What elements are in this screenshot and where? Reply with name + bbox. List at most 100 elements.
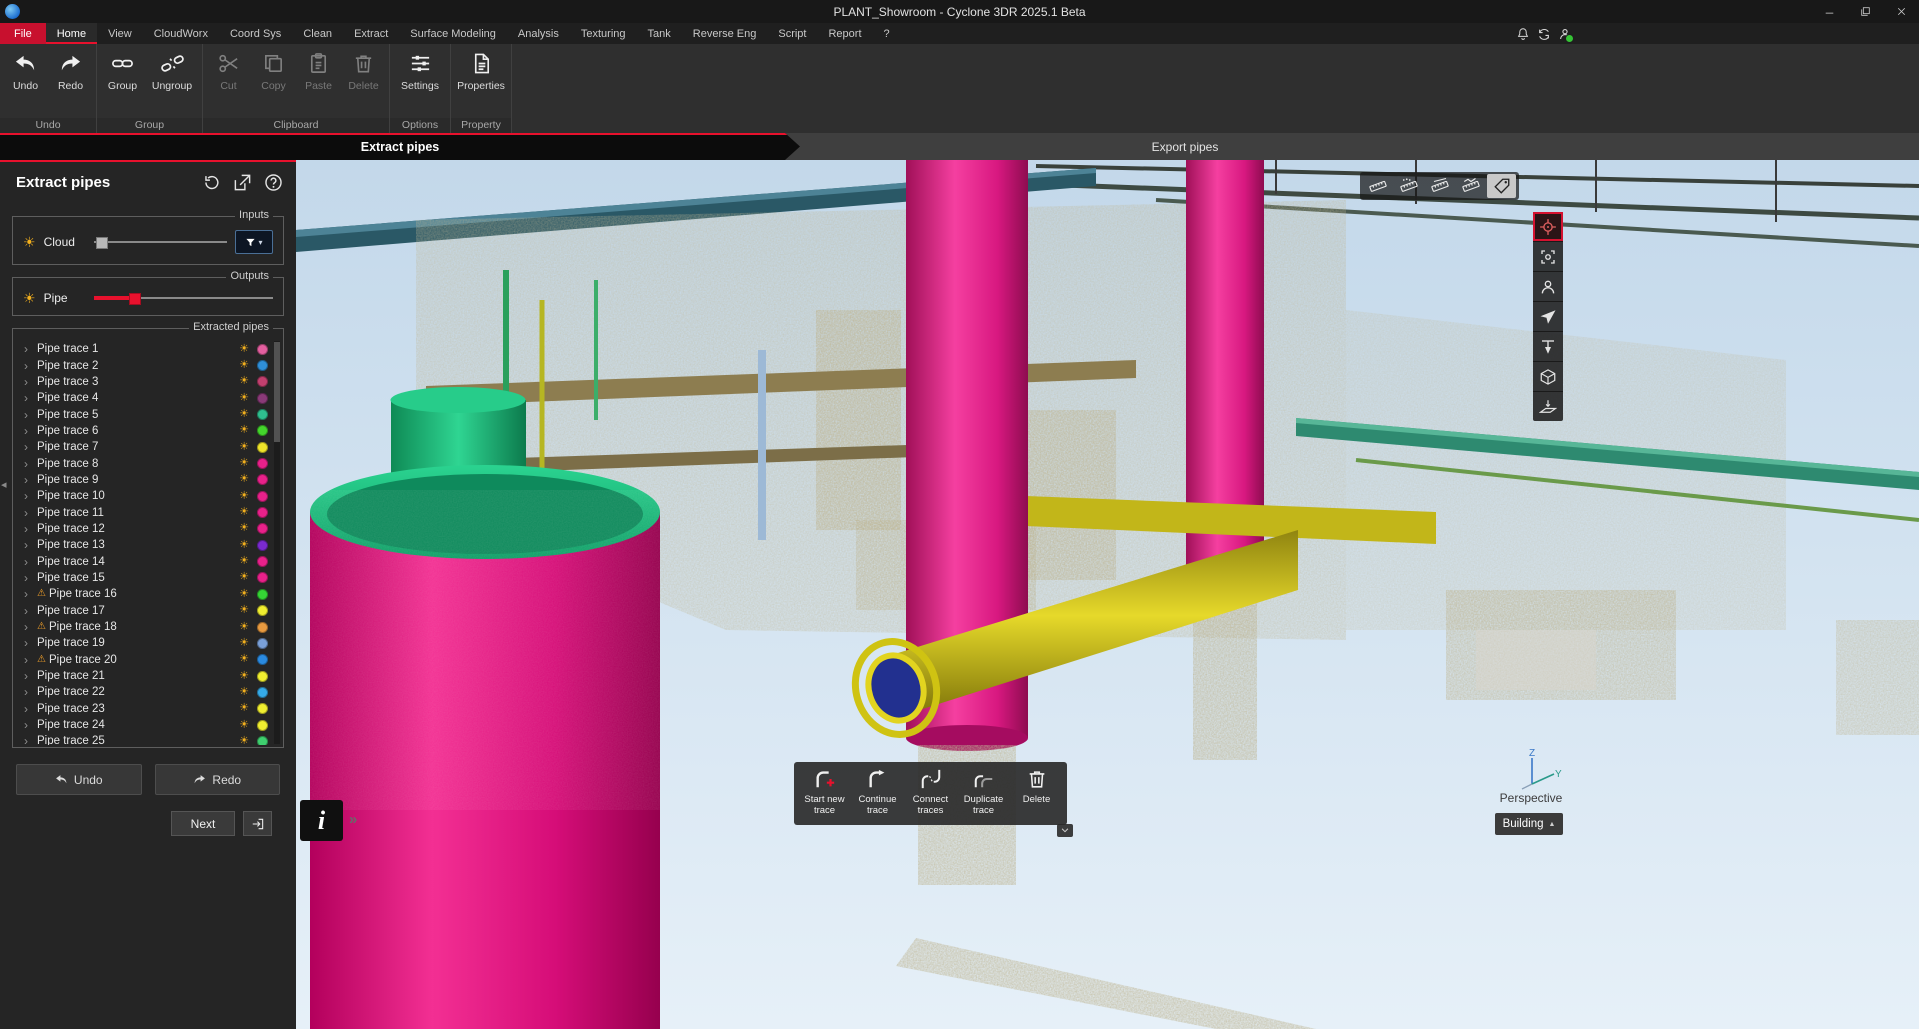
panel-collapse-arrow-icon[interactable]: ◂ [1,478,7,491]
cloud-filter-button[interactable]: ▾ [235,230,273,254]
delete-trace-button[interactable]: Delete [1010,768,1063,817]
zoom-fit-icon[interactable] [1533,242,1563,272]
expand-chevron-icon[interactable]: › [24,654,37,666]
visibility-sun-icon[interactable]: ☀ [239,622,249,633]
pipe-color-swatch[interactable] [257,344,268,355]
panel-redo-button[interactable]: Redo [155,764,281,795]
visibility-sun-icon[interactable]: ☀ [239,474,249,485]
expand-chevron-icon[interactable]: › [24,621,37,633]
menu-report[interactable]: Report [817,23,872,44]
visibility-sun-icon[interactable]: ☀ [239,360,249,371]
menu-clean[interactable]: Clean [292,23,343,44]
rotation-center-icon[interactable] [1533,212,1563,242]
redo-button[interactable]: Redo [48,44,93,92]
visibility-sun-icon[interactable]: ☀ [239,540,249,551]
panel-undo-button[interactable]: Undo [16,764,142,795]
visibility-sun-icon[interactable]: ☀ [239,507,249,518]
start-new-trace-button[interactable]: Start new trace [798,768,851,817]
visibility-sun-icon[interactable]: ☀ [239,376,249,387]
pipe-trace-row[interactable]: › ⚠ Pipe trace 16 ☀ [15,586,281,602]
pipe-trace-row[interactable]: › ⚠ Pipe trace 3 ☀ [15,374,281,390]
notifications-bell-icon[interactable] [1516,27,1530,41]
close-button[interactable] [1883,0,1919,23]
measure-plane-icon[interactable] [1425,174,1454,198]
expand-chevron-icon[interactable]: › [24,670,37,682]
ungroup-button[interactable]: Ungroup [145,44,199,92]
sync-icon[interactable] [1537,27,1551,41]
visibility-sun-icon[interactable]: ☀ [239,556,249,567]
menu-texturing[interactable]: Texturing [570,23,637,44]
measure-polyline-icon[interactable] [1456,174,1485,198]
pipe-trace-row[interactable]: › ⚠ Pipe trace 19 ☀ [15,635,281,651]
expand-chevron-icon[interactable]: › [24,474,37,486]
expand-chevron-icon[interactable]: › [24,572,37,584]
pipe-trace-row[interactable]: › ⚠ Pipe trace 1 ☀ [15,341,281,357]
pipe-trace-row[interactable]: › ⚠ Pipe trace 4 ☀ [15,390,281,406]
measure-distance-icon[interactable] [1363,174,1392,198]
paste-button[interactable]: Paste [296,44,341,92]
pipe-color-swatch[interactable] [257,605,268,616]
expand-chevron-icon[interactable]: › [24,556,37,568]
visibility-sun-icon[interactable]: ☀ [239,409,249,420]
pipe-trace-row[interactable]: › ⚠ Pipe trace 13 ☀ [15,537,281,553]
connect-traces-button[interactable]: Connect traces [904,768,957,817]
expand-chevron-icon[interactable]: › [24,539,37,551]
next-button[interactable]: Next [171,811,235,836]
visibility-sun-icon[interactable]: ☀ [239,605,249,616]
expand-chevron-icon[interactable]: › [24,392,37,404]
pipe-color-swatch[interactable] [257,474,268,485]
pipe-color-swatch[interactable] [257,458,268,469]
duplicate-trace-button[interactable]: Duplicate trace [957,768,1010,817]
pipe-color-swatch[interactable] [257,425,268,436]
pipe-color-swatch[interactable] [257,654,268,665]
slider-knob[interactable] [129,293,141,305]
fly-mode-icon[interactable] [1533,302,1563,332]
visibility-sun-icon[interactable]: ☀ [239,523,249,534]
help-icon[interactable] [262,171,284,193]
pipe-color-swatch[interactable] [257,589,268,600]
pipe-trace-row[interactable]: › ⚠ Pipe trace 8 ☀ [15,455,281,471]
expand-chevron-icon[interactable]: › [24,686,37,698]
point-cloud-scene[interactable] [296,160,1919,1029]
visibility-sun-icon[interactable]: ☀ [239,720,249,731]
pipe-color-swatch[interactable] [257,556,268,567]
expand-chevron-icon[interactable]: › [24,376,37,388]
menu-home[interactable]: Home [46,23,97,44]
plumb-icon[interactable] [1533,332,1563,362]
menu-view[interactable]: View [97,23,143,44]
visibility-sun-icon[interactable]: ☀ [239,703,249,714]
continue-trace-button[interactable]: Continue trace [851,768,904,817]
3d-viewport[interactable]: Start new trace Continue trace Connect t… [296,160,1919,1029]
cloud-opacity-slider[interactable] [94,236,227,248]
expand-chevron-icon[interactable]: › [24,343,37,355]
expand-chevron-icon[interactable]: › [24,719,37,731]
pipe-trace-row[interactable]: › ⚠ Pipe trace 18 ☀ [15,619,281,635]
visibility-sun-icon[interactable]: ☀ [239,491,249,502]
scrollbar-thumb[interactable] [274,342,280,442]
visibility-sun-icon[interactable]: ☀ [239,654,249,665]
pipe-color-swatch[interactable] [257,393,268,404]
menu-analysis[interactable]: Analysis [507,23,570,44]
visibility-sun-icon[interactable]: ☀ [239,638,249,649]
visibility-sun-icon[interactable]: ☀ [23,291,36,305]
building-view-button[interactable]: Building ▲ [1495,813,1563,835]
menu-tank[interactable]: Tank [637,23,682,44]
pipe-trace-row[interactable]: › ⚠ Pipe trace 23 ☀ [15,701,281,717]
pipe-color-swatch[interactable] [257,376,268,387]
copy-button[interactable]: Copy [251,44,296,92]
properties-button[interactable]: Properties [454,44,508,92]
expand-chevron-icon[interactable]: › [24,735,37,745]
pipe-color-swatch[interactable] [257,703,268,714]
visibility-sun-icon[interactable]: ☀ [23,235,36,249]
settings-button[interactable]: Settings [393,44,447,92]
pipe-color-swatch[interactable] [257,507,268,518]
view-cube-icon[interactable] [1533,362,1563,392]
pipe-color-swatch[interactable] [257,720,268,731]
menu-extract[interactable]: Extract [343,23,399,44]
pipe-color-swatch[interactable] [257,409,268,420]
export-box-icon[interactable] [231,171,253,193]
visibility-sun-icon[interactable]: ☀ [239,687,249,698]
expand-chevron-icon[interactable]: › [24,588,37,600]
pipe-trace-row[interactable]: › ⚠ Pipe trace 20 ☀ [15,652,281,668]
pipe-trace-row[interactable]: › ⚠ Pipe trace 25 ☀ [15,733,281,745]
